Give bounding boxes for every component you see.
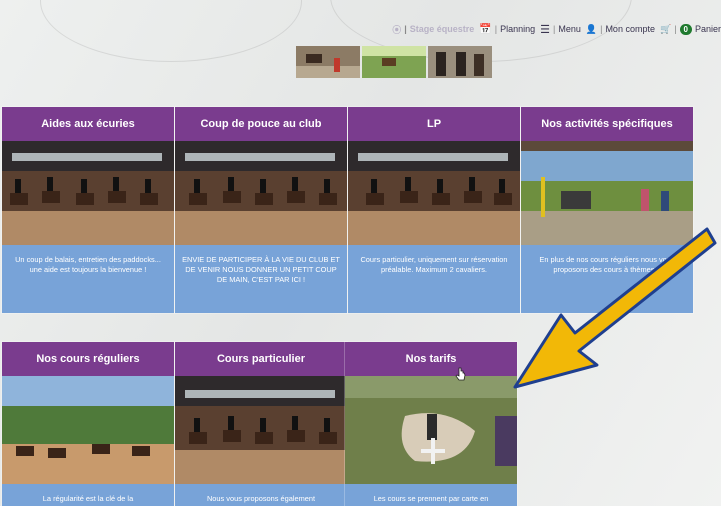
stage-equestre-link[interactable]: ⦿ | Stage équestre	[392, 23, 474, 36]
card-title: Nos cours réguliers	[2, 342, 174, 376]
card-cours-reguliers[interactable]: Nos cours réguliers La régularité est la…	[2, 342, 174, 506]
horse-photo-thumbnail[interactable]	[296, 46, 360, 78]
arena-riders-photo	[175, 376, 347, 484]
field-photo-thumbnail[interactable]	[362, 46, 426, 78]
calendar-icon: 📅	[479, 23, 492, 35]
card-nos-tarifs[interactable]: Nos tarifs Les cours se prennent par car…	[345, 342, 517, 506]
background-pattern	[40, 0, 302, 62]
mouse-pointer-icon	[455, 367, 466, 381]
card-title: Coup de pouce au club	[175, 107, 347, 141]
card-aides-ecuries[interactable]: Aides aux écuries Un coup de balais, ent…	[2, 107, 174, 313]
target-icon: ⦿	[392, 24, 402, 35]
top-navigation: ⦿ | Stage équestre 📅 | Planning ☰ | Menu…	[392, 18, 721, 40]
card-title: LP	[348, 107, 520, 141]
card-title: Nos tarifs	[345, 342, 517, 376]
card-description: ENVIE DE PARTICIPER À LA VIE DU CLUB ET …	[182, 255, 340, 284]
cross-country-photo	[345, 376, 517, 484]
account-link[interactable]: 👤 | Mon compte	[586, 24, 655, 35]
riders-photo-thumbnail[interactable]	[428, 46, 492, 78]
cart-icon: 🛒	[659, 23, 672, 34]
hamburger-icon: ☰	[540, 23, 551, 36]
photo-strip	[296, 46, 492, 78]
card-title: Nos activités spécifiques	[521, 107, 693, 141]
arena-riders-photo	[348, 141, 520, 245]
card-coup-de-pouce[interactable]: Coup de pouce au club ENVIE DE PARTICIPE…	[175, 107, 347, 313]
cart-link[interactable]: 🛒 | 0 Panier	[659, 23, 721, 35]
card-description: Les cours se prennent par carte en	[373, 494, 489, 503]
menu-link[interactable]: ☰ | Menu	[540, 23, 581, 36]
arena-riders-photo	[175, 141, 347, 245]
arena-riders-photo	[2, 141, 174, 245]
card-description: Un coup de balais, entretien des paddock…	[15, 255, 161, 274]
card-cours-particulier[interactable]: Cours particulier Nous vous proposons ég…	[175, 342, 347, 506]
website-screen: ⦿ | Stage équestre 📅 | Planning ☰ | Menu…	[0, 0, 721, 506]
card-description: Nous vous proposons également	[206, 494, 316, 503]
cart-count-badge: 0	[679, 23, 692, 35]
card-title: Cours particulier	[175, 342, 347, 376]
outdoor-lesson-photo	[2, 376, 174, 484]
planning-link[interactable]: 📅 | Planning	[479, 24, 535, 35]
card-lp[interactable]: LP Cours particulier, uniquement sur rés…	[348, 107, 520, 313]
user-icon: 👤	[585, 23, 598, 34]
card-title: Aides aux écuries	[2, 107, 174, 141]
card-description: La régularité est la clé de la	[42, 494, 134, 503]
card-description: Cours particulier, uniquement sur réserv…	[360, 255, 508, 274]
yellow-arrow-icon	[513, 227, 717, 389]
